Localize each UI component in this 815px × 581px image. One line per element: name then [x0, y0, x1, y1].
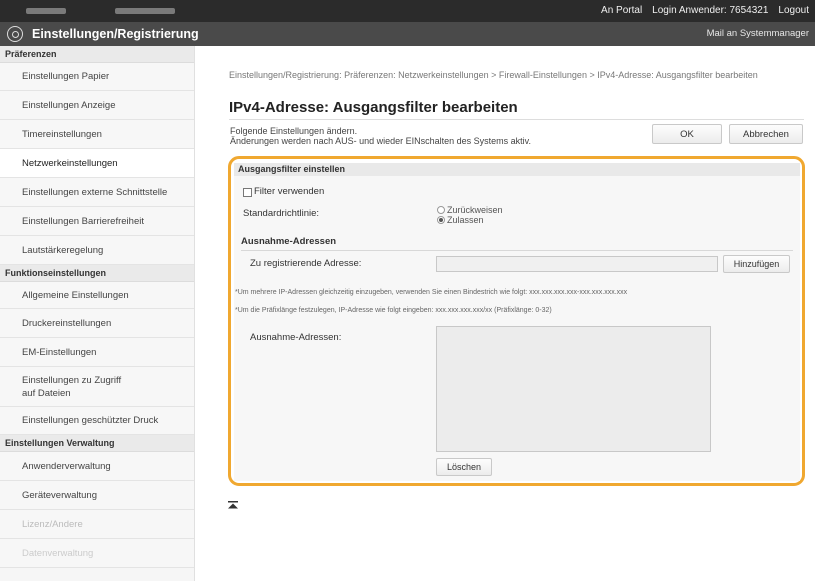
default-policy-label: Standardrichtlinie:	[243, 208, 320, 219]
sidebar-item-data-management[interactable]: Datenverwaltung	[0, 539, 194, 568]
exception-list-label: Ausnahme-Adressen:	[250, 332, 342, 343]
sidebar-section-title: Funktionseinstellungen	[0, 265, 194, 282]
note-range: *Um mehrere IP-Adressen gleichzeitig ein…	[235, 289, 628, 296]
output-filter-panel: Ausgangsfilter einstellen Filter verwend…	[228, 156, 805, 486]
sidebar-section-title: Einstellungen Verwaltung	[0, 435, 194, 452]
exception-addresses-heading: Ausnahme-Adressen	[241, 236, 337, 247]
sidebar-item-device-management[interactable]: Geräteverwaltung	[0, 481, 194, 510]
sidebar: Präferenzen Einstellungen Papier Einstel…	[0, 46, 195, 581]
intro-line-2: Änderungen werden nach AUS- und wieder E…	[230, 136, 531, 146]
mail-link[interactable]: Mail an Systemmanager	[707, 28, 809, 39]
logout-link[interactable]: Logout	[778, 5, 809, 16]
portal-link[interactable]: An Portal	[601, 5, 642, 16]
allow-label: Zulassen	[447, 215, 484, 225]
blurred-text	[26, 8, 66, 14]
note-prefix: *Um die Präfixlänge festzulegen, IP-Adre…	[235, 307, 552, 314]
sidebar-item-volume[interactable]: Lautstärkeregelung	[0, 236, 194, 265]
ok-button[interactable]: OK	[652, 124, 722, 144]
divider	[241, 250, 793, 251]
use-filter-checkbox[interactable]	[243, 188, 252, 197]
reject-label: Zurückweisen	[447, 205, 503, 215]
sidebar-item-external-interface[interactable]: Einstellungen externe Schnittstelle	[0, 178, 194, 207]
exception-addresses-list[interactable]	[436, 326, 711, 452]
sidebar-item-printer[interactable]: Druckereinstellungen	[0, 309, 194, 338]
panel-header: Ausgangsfilter einstellen	[234, 163, 800, 176]
top-bar: An Portal Login Anwender: 7654321 Logout	[0, 0, 815, 22]
login-label: Login Anwender:	[652, 5, 727, 16]
delete-button[interactable]: Löschen	[436, 458, 492, 476]
login-user-id: 7654321	[729, 5, 769, 16]
app-title: Einstellungen/Registrierung	[32, 27, 199, 41]
sidebar-item-paper[interactable]: Einstellungen Papier	[0, 63, 194, 91]
register-address-input[interactable]	[436, 256, 718, 272]
sidebar-item-secure-print[interactable]: Einstellungen geschützter Druck	[0, 407, 194, 435]
sidebar-item-timer[interactable]: Timereinstellungen	[0, 120, 194, 149]
divider	[229, 119, 804, 120]
login-user-label: Login Anwender: 7654321	[652, 5, 768, 16]
sidebar-item-network[interactable]: Netzwerkeinstellungen	[0, 149, 194, 178]
page-title: IPv4-Adresse: Ausgangsfilter bearbeiten	[229, 99, 518, 116]
title-bar: Einstellungen/Registrierung Mail an Syst…	[0, 22, 815, 46]
sidebar-item-display[interactable]: Einstellungen Anzeige	[0, 91, 194, 120]
scroll-to-top-icon[interactable]	[228, 501, 238, 509]
sidebar-item-user-management[interactable]: Anwenderverwaltung	[0, 452, 194, 481]
sidebar-item-license[interactable]: Lizenz/Andere	[0, 510, 194, 539]
add-button[interactable]: Hinzufügen	[723, 255, 790, 273]
breadcrumb: Einstellungen/Registrierung: Präferenzen…	[229, 70, 758, 80]
settings-logo-icon	[7, 26, 23, 42]
use-filter-label: Filter verwenden	[254, 186, 325, 197]
sidebar-section-title: Präferenzen	[0, 46, 194, 63]
blurred-text	[115, 8, 175, 14]
sidebar-item-em[interactable]: EM-Einstellungen	[0, 338, 194, 367]
sidebar-item-accessibility[interactable]: Einstellungen Barrierefreiheit	[0, 207, 194, 236]
cancel-button[interactable]: Abbrechen	[729, 124, 803, 144]
sidebar-item-general[interactable]: Allgemeine Einstellungen	[0, 282, 194, 309]
panel-body: Filter verwenden Standardrichtlinie: Zur…	[234, 176, 800, 481]
sidebar-item-file-access[interactable]: Einstellungen zu Zugriff auf Dateien	[0, 367, 194, 407]
allow-radio[interactable]	[437, 216, 445, 224]
register-address-label: Zu registrierende Adresse:	[250, 258, 362, 269]
intro-text: Folgende Einstellungen ändern. Änderunge…	[230, 126, 531, 146]
reject-radio[interactable]	[437, 206, 445, 214]
intro-line-1: Folgende Einstellungen ändern.	[230, 126, 358, 136]
